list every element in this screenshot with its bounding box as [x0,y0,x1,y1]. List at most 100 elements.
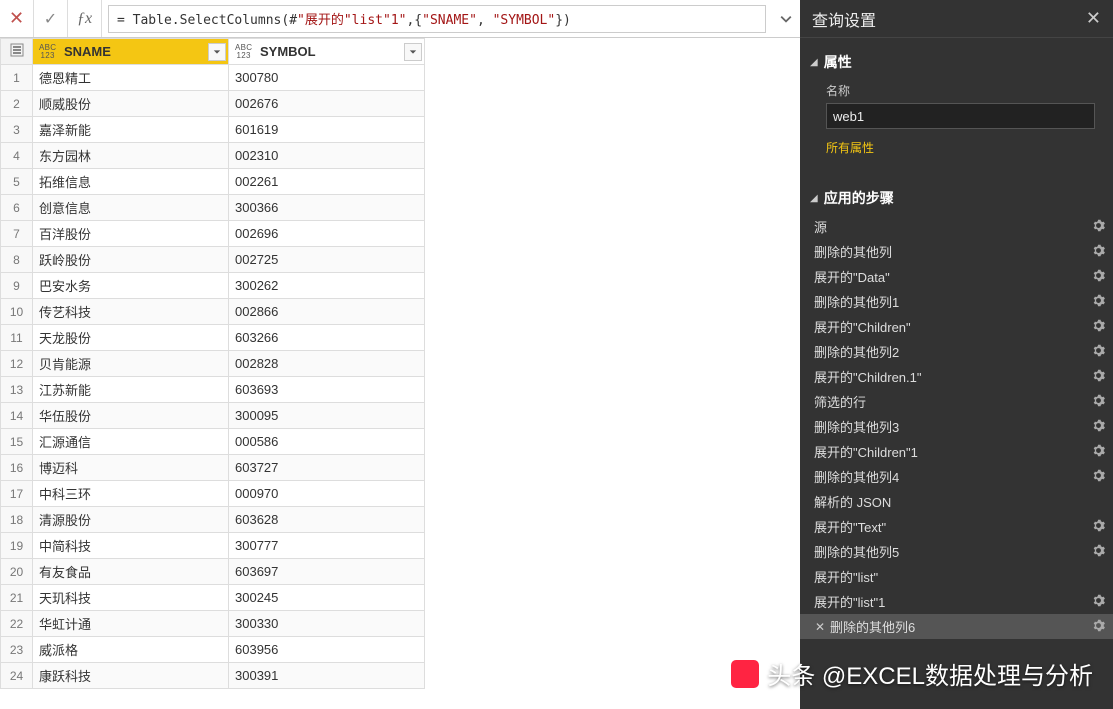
cell-sname[interactable]: 中简科技 [33,533,229,559]
cell-sname[interactable]: 华伍股份 [33,403,229,429]
column-filter-dropdown[interactable] [404,43,422,61]
applied-step-item[interactable]: ✕删除的其他列6 [800,614,1113,639]
row-number[interactable]: 9 [1,273,33,299]
applied-step-item[interactable]: 删除的其他列2 [800,339,1113,364]
gear-icon[interactable] [1092,219,1105,235]
cell-sname[interactable]: 威派格 [33,637,229,663]
applied-step-item[interactable]: 展开的"Children.1" [800,364,1113,389]
formula-input[interactable]: = Table.SelectColumns(#"展开的"list"1",{"SN… [108,5,766,33]
gear-icon[interactable] [1092,369,1105,385]
cell-symbol[interactable]: 000586 [229,429,425,455]
gear-icon[interactable] [1092,244,1105,260]
cell-symbol[interactable]: 300777 [229,533,425,559]
cell-sname[interactable]: 拓维信息 [33,169,229,195]
table-row[interactable]: 3 嘉泽新能 601619 [1,117,425,143]
table-row[interactable]: 1 德恩精工 300780 [1,65,425,91]
row-number[interactable]: 8 [1,247,33,273]
table-row[interactable]: 6 创意信息 300366 [1,195,425,221]
data-grid[interactable]: ABC 123 SNAME ABC 123 [0,38,800,709]
row-number[interactable]: 12 [1,351,33,377]
table-row[interactable]: 12 贝肯能源 002828 [1,351,425,377]
cell-sname[interactable]: 嘉泽新能 [33,117,229,143]
row-number[interactable]: 3 [1,117,33,143]
row-number[interactable]: 10 [1,299,33,325]
gear-icon[interactable] [1092,419,1105,435]
table-row[interactable]: 24 康跃科技 300391 [1,663,425,689]
expand-formula-icon[interactable] [772,13,800,25]
cell-sname[interactable]: 汇源通信 [33,429,229,455]
gear-icon[interactable] [1092,269,1105,285]
table-row[interactable]: 18 清源股份 603628 [1,507,425,533]
cell-sname[interactable]: 德恩精工 [33,65,229,91]
select-all-corner[interactable] [1,39,33,65]
table-row[interactable]: 9 巴安水务 300262 [1,273,425,299]
cell-sname[interactable]: 天龙股份 [33,325,229,351]
table-row[interactable]: 23 威派格 603956 [1,637,425,663]
cell-sname[interactable]: 东方园林 [33,143,229,169]
applied-step-item[interactable]: 展开的"Data" [800,264,1113,289]
cell-symbol[interactable]: 300245 [229,585,425,611]
cell-symbol[interactable]: 300330 [229,611,425,637]
all-properties-link[interactable]: 所有属性 [826,139,874,156]
cell-symbol[interactable]: 603727 [229,455,425,481]
table-row[interactable]: 5 拓维信息 002261 [1,169,425,195]
column-header-symbol[interactable]: ABC 123 SYMBOL [229,39,425,65]
table-row[interactable]: 14 华伍股份 300095 [1,403,425,429]
table-row[interactable]: 2 顺威股份 002676 [1,91,425,117]
cell-sname[interactable]: 中科三环 [33,481,229,507]
gear-icon[interactable] [1092,319,1105,335]
gear-icon[interactable] [1092,294,1105,310]
cell-symbol[interactable]: 002696 [229,221,425,247]
cell-symbol[interactable]: 603266 [229,325,425,351]
gear-icon[interactable] [1092,519,1105,535]
gear-icon[interactable] [1092,394,1105,410]
applied-step-item[interactable]: 展开的"Children" [800,314,1113,339]
properties-section-header[interactable]: ◢ 属性 [800,46,1113,78]
gear-icon[interactable] [1092,344,1105,360]
cell-sname[interactable]: 贝肯能源 [33,351,229,377]
cell-symbol[interactable]: 300366 [229,195,425,221]
row-number[interactable]: 4 [1,143,33,169]
applied-step-item[interactable]: 删除的其他列3 [800,414,1113,439]
row-number[interactable]: 2 [1,91,33,117]
applied-step-item[interactable]: 删除的其他列1 [800,289,1113,314]
table-row[interactable]: 13 江苏新能 603693 [1,377,425,403]
cell-symbol[interactable]: 002866 [229,299,425,325]
applied-step-item[interactable]: 删除的其他列4 [800,464,1113,489]
column-header-sname[interactable]: ABC 123 SNAME [33,39,229,65]
cell-symbol[interactable]: 002828 [229,351,425,377]
cell-sname[interactable]: 博迈科 [33,455,229,481]
cell-sname[interactable]: 康跃科技 [33,663,229,689]
row-number[interactable]: 22 [1,611,33,637]
gear-icon[interactable] [1092,594,1105,610]
table-row[interactable]: 19 中简科技 300777 [1,533,425,559]
row-number[interactable]: 5 [1,169,33,195]
table-row[interactable]: 8 跃岭股份 002725 [1,247,425,273]
close-icon[interactable]: ✕ [1086,8,1101,29]
applied-step-item[interactable]: 展开的"list" [800,564,1113,589]
cell-sname[interactable]: 创意信息 [33,195,229,221]
table-row[interactable]: 20 有友食品 603697 [1,559,425,585]
row-number[interactable]: 13 [1,377,33,403]
cell-symbol[interactable]: 300262 [229,273,425,299]
applied-steps-section-header[interactable]: ◢ 应用的步骤 [800,182,1113,214]
row-number[interactable]: 23 [1,637,33,663]
row-number[interactable]: 24 [1,663,33,689]
row-number[interactable]: 16 [1,455,33,481]
cell-symbol[interactable]: 002261 [229,169,425,195]
table-row[interactable]: 21 天玑科技 300245 [1,585,425,611]
applied-step-item[interactable]: 删除的其他列 [800,239,1113,264]
delete-step-icon[interactable]: ✕ [814,620,826,634]
cell-symbol[interactable]: 002725 [229,247,425,273]
cell-symbol[interactable]: 300780 [229,65,425,91]
gear-icon[interactable] [1092,619,1105,635]
cell-sname[interactable]: 顺威股份 [33,91,229,117]
cell-symbol[interactable]: 002310 [229,143,425,169]
row-number[interactable]: 1 [1,65,33,91]
gear-icon[interactable] [1092,544,1105,560]
row-number[interactable]: 21 [1,585,33,611]
table-row[interactable]: 4 东方园林 002310 [1,143,425,169]
cell-symbol[interactable]: 603693 [229,377,425,403]
cell-sname[interactable]: 清源股份 [33,507,229,533]
gear-icon[interactable] [1092,444,1105,460]
